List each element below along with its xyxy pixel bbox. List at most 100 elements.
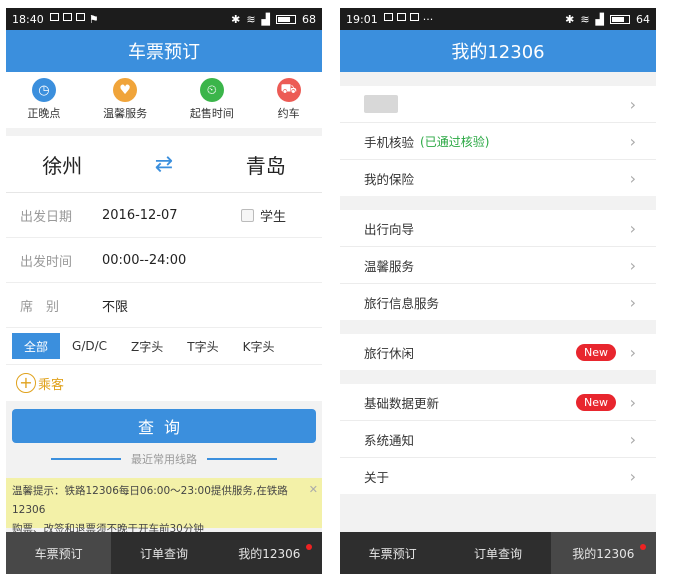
car-icon: ⛟ <box>276 78 301 102</box>
notification-icons: ··· <box>383 12 434 26</box>
clock-icon: ◷ <box>31 78 56 102</box>
insurance-row[interactable]: 我的保险 › <box>340 160 656 196</box>
notification-icon <box>409 12 419 21</box>
phone-verify-label: 手机核验 <box>364 134 415 150</box>
quick-item-sale-time[interactable]: ⏲ 起售时间 <box>190 78 234 121</box>
more-icon: ··· <box>422 12 434 26</box>
train-type-t[interactable]: T字头 <box>175 333 230 359</box>
tab-my12306[interactable]: 我的12306 <box>550 532 656 574</box>
time-value[interactable]: 00:00--24:00 <box>102 253 186 268</box>
quick-menu: ◷ 正晚点 ♥ 温馨服务 ⏲ 起售时间 ⛟ 约车 <box>6 72 322 136</box>
notification-icon <box>62 12 72 21</box>
chevron-right-icon: › <box>629 168 636 188</box>
date-value[interactable]: 2016-12-07 <box>102 208 178 223</box>
chevron-right-icon: › <box>629 94 636 114</box>
date-row[interactable]: 出发日期 2016-12-07 学生 <box>6 193 322 238</box>
quick-item-delay[interactable]: ◷ 正晚点 <box>27 78 60 121</box>
query-button[interactable]: 查询 <box>12 409 316 443</box>
data-update-label: 基础数据更新 <box>364 395 440 411</box>
tab-label: 我的12306 <box>238 546 301 561</box>
page-title: 我的12306 <box>340 30 656 72</box>
recent-routes-header: 最近常用线路 <box>6 447 322 471</box>
tab-orders[interactable]: 订单查询 <box>445 532 550 574</box>
train-type-gdc[interactable]: G/D/C <box>60 333 119 359</box>
notification-dot <box>305 544 312 550</box>
battery-icon <box>610 14 630 24</box>
avatar <box>364 95 398 113</box>
notification-icon <box>383 12 393 21</box>
close-icon[interactable]: ✕ <box>309 480 318 499</box>
wifi-icon: ≋ <box>580 12 590 26</box>
battery-icon <box>276 14 296 24</box>
about-row[interactable]: 关于 › <box>340 458 656 494</box>
train-type-k[interactable]: K字头 <box>231 333 287 359</box>
user-profile-row[interactable]: › <box>340 86 656 123</box>
bottom-tab-bar: 车票预订 订单查询 我的12306 <box>6 532 322 574</box>
passenger-label: 乘客 <box>38 377 65 393</box>
travel-info-label: 旅行信息服务 <box>364 295 440 311</box>
phone-verify-row[interactable]: 手机核验 (已通过核验) › <box>340 123 656 160</box>
travel-guide-label: 出行向导 <box>364 221 415 237</box>
travel-leisure-label: 旅行休闲 <box>364 345 415 361</box>
divider <box>207 458 277 460</box>
quick-item-label: 温馨服务 <box>103 107 148 120</box>
warm-service-row[interactable]: 温馨服务 › <box>340 247 656 284</box>
tab-label: 我的12306 <box>572 546 635 561</box>
train-type-all[interactable]: 全部 <box>12 333 61 359</box>
system-notice-row[interactable]: 系统通知 › <box>340 421 656 458</box>
train-type-z[interactable]: Z字头 <box>119 333 175 359</box>
tab-booking[interactable]: 车票预订 <box>6 532 112 574</box>
heart-icon: ♥ <box>113 78 138 102</box>
travel-guide-row[interactable]: 出行向导 › <box>340 210 656 247</box>
bottom-tab-bar: 车票预订 订单查询 我的12306 <box>340 532 656 574</box>
status-bar: 19:01 ··· ✱ ≋ ▟ 64 <box>340 8 656 30</box>
warm-service-label: 温馨服务 <box>364 258 415 274</box>
notification-icon <box>75 12 85 21</box>
tab-my12306[interactable]: 我的12306 <box>217 532 322 574</box>
signal-icon: ▟ <box>595 12 604 26</box>
chevron-right-icon: › <box>629 255 636 275</box>
status-time: 19:01 <box>346 12 378 26</box>
tab-booking[interactable]: 车票预订 <box>340 532 445 574</box>
notification-dot <box>639 544 646 550</box>
travel-leisure-row[interactable]: 旅行休闲 New › <box>340 334 656 370</box>
travel-info-row[interactable]: 旅行信息服务 › <box>340 284 656 320</box>
service-group: 出行向导 › 温馨服务 › 旅行信息服务 › <box>340 210 656 320</box>
to-city[interactable]: 青岛 <box>246 150 286 179</box>
chevron-right-icon: › <box>629 466 636 486</box>
quick-item-service[interactable]: ♥ 温馨服务 <box>103 78 147 121</box>
data-update-row[interactable]: 基础数据更新 New › <box>340 384 656 421</box>
notification-icon <box>396 12 406 21</box>
leisure-group: 旅行休闲 New › <box>340 334 656 370</box>
plus-icon: + <box>16 373 36 393</box>
add-passenger-button[interactable]: + 乘客 <box>6 365 322 401</box>
date-label: 出发日期 <box>20 209 73 225</box>
new-badge: New <box>576 393 616 411</box>
flag-icon: ⚑ <box>88 12 99 26</box>
seat-value[interactable]: 不限 <box>102 296 128 315</box>
page-title: 车票预订 <box>6 30 322 72</box>
student-checkbox[interactable] <box>240 208 254 222</box>
chevron-right-icon: › <box>629 429 636 449</box>
swap-icon[interactable]: ⇄ <box>155 152 173 177</box>
ticket-time-icon: ⏲ <box>199 78 224 102</box>
student-option[interactable]: 学生 <box>240 206 286 225</box>
chevron-right-icon: › <box>629 292 636 312</box>
status-bar: 18:40 ⚑ ✱ ≋ ▟ 68 <box>6 8 322 30</box>
bluetooth-icon: ✱ <box>231 12 241 26</box>
city-selector: 徐州 ⇄ 青岛 <box>6 136 322 193</box>
time-label: 出发时间 <box>20 254 73 270</box>
system-notice-label: 系统通知 <box>364 432 415 448</box>
student-label: 学生 <box>259 209 286 225</box>
recent-routes-label: 最近常用线路 <box>131 453 197 466</box>
seat-row[interactable]: 席 别 不限 <box>6 283 322 328</box>
from-city[interactable]: 徐州 <box>42 150 82 179</box>
my-12306-screen: 19:01 ··· ✱ ≋ ▟ 64 我的12306 › 手机核验 (已通过核验… <box>340 8 656 574</box>
tab-orders[interactable]: 订单查询 <box>111 532 216 574</box>
time-row[interactable]: 出发时间 00:00--24:00 <box>6 238 322 283</box>
seat-label: 席 别 <box>20 299 60 315</box>
battery-level: 68 <box>302 12 316 26</box>
verify-status: (已通过核验) <box>420 134 490 149</box>
chevron-right-icon: › <box>629 392 636 412</box>
quick-item-car[interactable]: ⛟ 约车 <box>276 78 301 121</box>
